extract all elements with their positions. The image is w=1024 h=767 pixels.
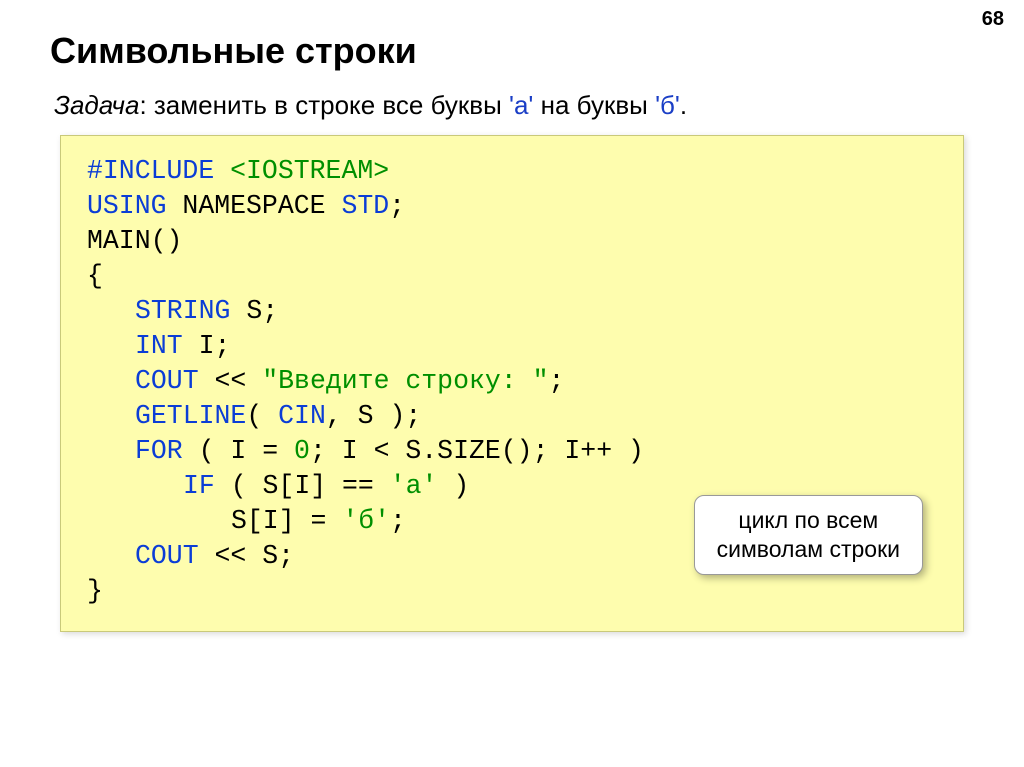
semi3: ; [390, 506, 406, 536]
task-char-b: 'б' [655, 90, 680, 120]
kw-cin: CIN [278, 401, 326, 431]
code-line-7: COUT << "Введите строку: "; [87, 364, 937, 399]
code-line-5: STRING S; [87, 294, 937, 329]
char-lit-b: 'б' [342, 506, 390, 536]
code-line-6: INT I; [87, 329, 937, 364]
paren-open: ( [246, 401, 278, 431]
task-label: Задача [54, 90, 139, 120]
include-directive: #INCLUDE [87, 156, 230, 186]
task-description: Задача: заменить в строке все буквы 'а' … [54, 90, 974, 121]
if-cond: ( S[I] == [215, 471, 390, 501]
kw-if: IF [183, 471, 215, 501]
code-line-3: MAIN() [87, 224, 937, 259]
string-lit: "Введите строку: " [262, 366, 548, 396]
kw-using: USING [87, 191, 167, 221]
var-s: S; [230, 296, 278, 326]
callout-box: цикл по всем символам строки [694, 495, 923, 575]
lit-zero: 0 [294, 436, 310, 466]
op-out: << [199, 366, 263, 396]
include-header: <IOSTREAM> [230, 156, 389, 186]
kw-namespace: NAMESPACE [167, 191, 342, 221]
kw-int: INT [135, 331, 183, 361]
code-line-8: GETLINE( CIN, S ); [87, 399, 937, 434]
page-number: 68 [982, 8, 1004, 31]
getline-rest: , S ); [326, 401, 421, 431]
callout-line-1: цикл по всем [717, 506, 900, 535]
assign-lhs: S[I] = [231, 506, 342, 536]
kw-std: STD [341, 191, 389, 221]
kw-cout: COUT [135, 366, 199, 396]
for-init: ( I = [183, 436, 294, 466]
code-line-1: #INCLUDE <IOSTREAM> [87, 154, 937, 189]
task-text-3: . [680, 90, 687, 120]
kw-string: STRING [135, 296, 230, 326]
kw-getline: GETLINE [135, 401, 246, 431]
var-i: I; [183, 331, 231, 361]
code-line-13: } [87, 574, 937, 609]
code-line-4: { [87, 259, 937, 294]
kw-cout2: COUT [135, 541, 199, 571]
semi: ; [389, 191, 405, 221]
task-text-1: : заменить в строке все буквы [139, 90, 509, 120]
char-lit-a: 'а' [390, 471, 438, 501]
semi2: ; [549, 366, 565, 396]
page-title: Символьные строки [50, 30, 974, 72]
callout-line-2: символам строки [717, 535, 900, 564]
task-text-2: на буквы [533, 90, 655, 120]
for-rest: ; I < S.SIZE(); I++ ) [310, 436, 644, 466]
out-s: << S; [199, 541, 294, 571]
code-line-9: FOR ( I = 0; I < S.SIZE(); I++ ) [87, 434, 937, 469]
code-line-2: USING NAMESPACE STD; [87, 189, 937, 224]
kw-for: FOR [135, 436, 183, 466]
code-block: #INCLUDE <IOSTREAM> USING NAMESPACE STD;… [60, 135, 964, 632]
slide-content: Символьные строки Задача: заменить в стр… [0, 0, 1024, 652]
task-char-a: 'а' [509, 90, 533, 120]
if-close: ) [437, 471, 469, 501]
